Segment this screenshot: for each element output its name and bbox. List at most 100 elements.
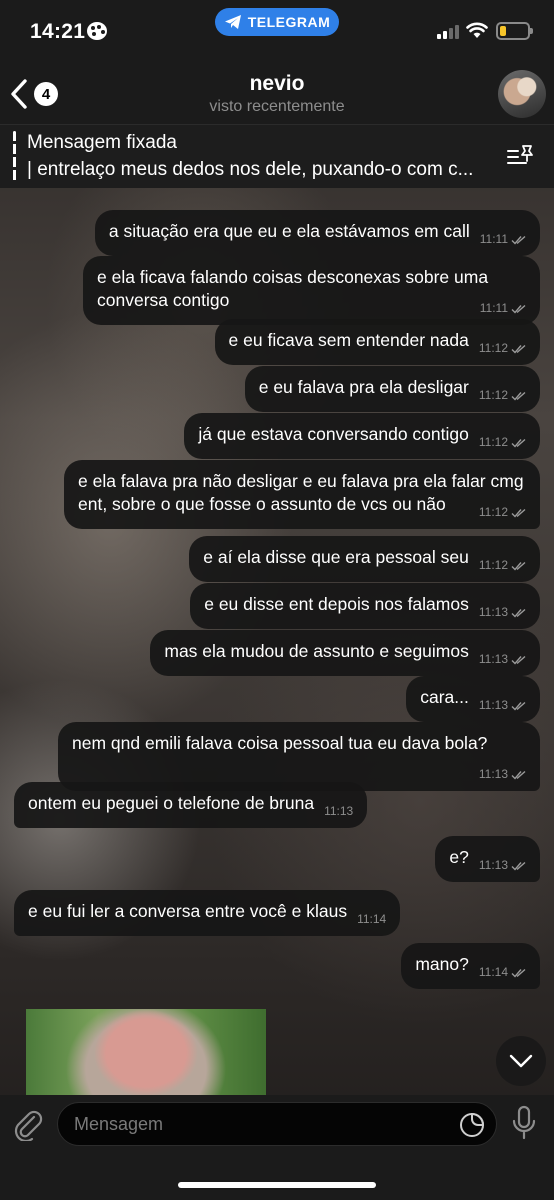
message-time: 11:13 — [478, 605, 508, 619]
microphone-icon[interactable] — [511, 1105, 537, 1141]
message-meta: 11:13 — [479, 763, 526, 786]
battery-icon — [496, 22, 533, 40]
message-bubble[interactable]: e eu ficava sem entender nada 11:12 — [214, 319, 540, 365]
wifi-icon — [466, 22, 488, 38]
message-meta: 11:11 — [480, 297, 526, 320]
message-text: e eu fui ler a conversa entre você e kla… — [28, 901, 348, 921]
message-text: mano? — [415, 954, 469, 974]
pin-list-icon[interactable] — [506, 143, 536, 169]
message-time: 11:12 — [478, 435, 508, 449]
message-text: e? — [449, 847, 469, 867]
message-time: 11:12 — [478, 505, 508, 519]
message-meta: 11:12 — [479, 337, 526, 360]
status-time: 14:21 — [30, 20, 86, 43]
message-input[interactable]: Mensagem — [57, 1102, 497, 1146]
double-check-icon — [511, 770, 526, 780]
message-meta: 11:13 — [479, 601, 526, 624]
message-bubble-incoming[interactable]: ontem eu peguei o telefone de bruna 11:1… — [14, 782, 368, 828]
chat-title[interactable]: nevio — [0, 72, 554, 96]
monkey-sticker-image[interactable] — [26, 1009, 266, 1095]
double-check-icon — [511, 508, 526, 518]
message-meta: 11:13 — [324, 800, 353, 823]
message-text: e eu disse ent depois nos falamos — [204, 594, 469, 614]
message-time: 11:13 — [478, 698, 508, 712]
pinned-title: Mensagem fixada — [27, 132, 177, 153]
double-check-icon — [511, 304, 526, 314]
message-bubble[interactable]: mas ela mudou de assunto e seguimos 11:1… — [150, 630, 540, 676]
double-check-icon — [511, 391, 526, 401]
message-text: cara... — [420, 687, 469, 707]
pinned-indicator — [13, 131, 16, 183]
message-text: e ela ficava falando coisas desconexas s… — [97, 267, 489, 310]
chat-last-seen: visto recentemente — [209, 98, 345, 115]
message-meta: 11:13 — [479, 694, 526, 717]
message-meta: 11:12 — [479, 431, 526, 454]
home-indicator — [178, 1182, 376, 1188]
message-time: 11:13 — [478, 652, 508, 666]
message-text: nem qnd emili falava coisa pessoal tua e… — [72, 733, 488, 753]
telegram-plane-icon — [224, 15, 241, 29]
double-check-icon — [511, 608, 526, 618]
sticker-icon[interactable] — [458, 1111, 486, 1139]
message-bubble[interactable]: e eu falava pra ela desligar 11:12 — [244, 366, 540, 412]
message-text: já que estava conversando contigo — [198, 424, 469, 444]
telegram-app-pill[interactable]: TELEGRAM — [215, 8, 339, 36]
avatar[interactable] — [498, 70, 546, 118]
message-time: 11:11 — [479, 301, 508, 315]
message-text: e aí ela disse que era pessoal seu — [203, 547, 469, 567]
message-meta: 11:13 — [479, 854, 526, 877]
message-bubble[interactable]: cara... 11:13 — [406, 676, 540, 722]
pinned-message-bar[interactable]: Mensagem fixada | entrelaço meus dedos n… — [0, 124, 554, 188]
chat-header: 4 nevio visto recentemente — [0, 64, 554, 124]
message-time: 11:14 — [478, 965, 508, 979]
message-time: 11:12 — [478, 558, 508, 572]
message-bubble[interactable]: e aí ela disse que era pessoal seu 11:12 — [189, 536, 540, 582]
cellular-signal-icon — [437, 23, 459, 39]
message-bubble[interactable]: mano? 11:14 — [401, 943, 540, 989]
pinned-text: | entrelaço meus dedos nos dele, puxando… — [27, 159, 474, 180]
message-bubble[interactable]: e eu disse ent depois nos falamos 11:13 — [190, 583, 540, 629]
message-meta: 11:14 — [479, 961, 526, 984]
message-bubble[interactable]: e ela falava pra não desligar e eu falav… — [64, 460, 540, 529]
message-time: 11:13 — [478, 767, 508, 781]
double-check-icon — [511, 561, 526, 571]
message-text: a situação era que eu e ela estávamos em… — [108, 221, 470, 241]
message-bubble[interactable]: já que estava conversando contigo 11:12 — [184, 413, 540, 459]
message-bubble[interactable]: a situação era que eu e ela estávamos em… — [94, 210, 540, 256]
message-time: 11:12 — [478, 388, 508, 402]
palette-icon — [87, 22, 107, 40]
message-text: e eu ficava sem entender nada — [228, 330, 469, 350]
double-check-icon — [511, 235, 526, 245]
message-meta: 11:13 — [479, 648, 526, 671]
message-bubble[interactable]: nem qnd emili falava coisa pessoal tua e… — [58, 722, 540, 791]
message-time: 11:13 — [478, 858, 508, 872]
message-text: e eu falava pra ela desligar — [258, 377, 469, 397]
message-bubble[interactable]: e? 11:13 — [435, 836, 540, 882]
double-check-icon — [511, 438, 526, 448]
telegram-pill-label: TELEGRAM — [247, 14, 331, 30]
message-text: e ela falava pra não desligar e eu falav… — [78, 471, 524, 514]
message-time: 11:11 — [479, 232, 508, 246]
message-meta: 11:14 — [357, 908, 386, 931]
message-time: 11:13 — [324, 804, 354, 818]
message-meta: 11:12 — [479, 384, 526, 407]
battery-level — [500, 26, 506, 36]
double-check-icon — [511, 968, 526, 978]
message-input-placeholder: Mensagem — [74, 1114, 164, 1134]
double-check-icon — [511, 655, 526, 665]
message-text: mas ela mudou de assunto e seguimos — [164, 641, 469, 661]
message-list[interactable]: a situação era que eu e ela estávamos em… — [0, 190, 554, 1095]
double-check-icon — [511, 701, 526, 711]
paperclip-icon[interactable] — [12, 1107, 44, 1141]
chevron-down-icon — [509, 1054, 533, 1068]
message-text: ontem eu peguei o telefone de bruna — [28, 793, 315, 813]
message-meta: 11:11 — [480, 228, 526, 251]
message-meta: 11:12 — [479, 554, 526, 577]
scroll-to-bottom-button[interactable] — [496, 1036, 546, 1086]
message-bubble-incoming[interactable]: e eu fui ler a conversa entre você e kla… — [14, 890, 401, 936]
message-time: 11:14 — [357, 912, 387, 926]
status-bar: 14:21 TELEGRAM — [0, 0, 554, 64]
message-time: 11:12 — [478, 341, 508, 355]
message-bubble[interactable]: e ela ficava falando coisas desconexas s… — [83, 256, 540, 325]
double-check-icon — [511, 861, 526, 871]
